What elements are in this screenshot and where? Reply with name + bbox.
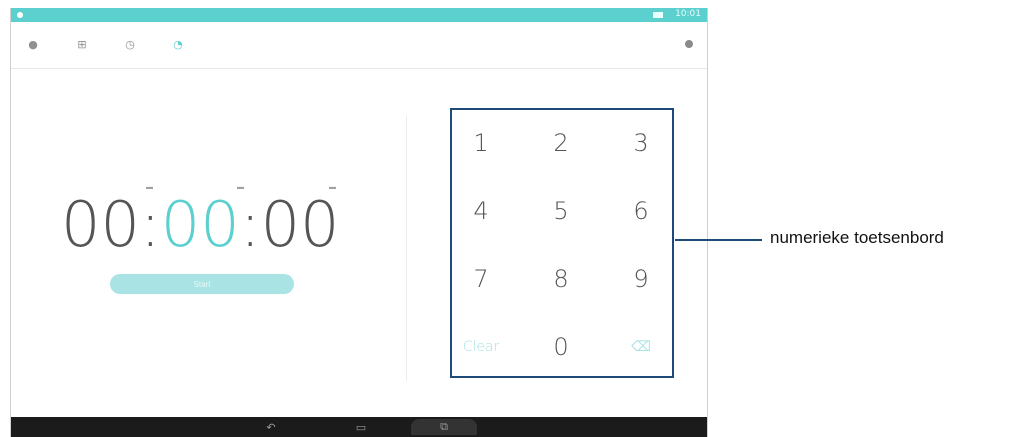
timer-display: 00:00:00 xyxy=(61,188,361,278)
back-icon: ↶ xyxy=(266,420,276,434)
navigation-bar: ↶ ▭ ⧉ xyxy=(11,417,707,437)
home-icon: ▭ xyxy=(355,420,367,434)
clock-tab-bar: ● ⊞ ◷ ◔ xyxy=(11,22,707,69)
world-clock-icon: ⊞ xyxy=(77,37,87,51)
start-button[interactable]: Start xyxy=(110,274,294,294)
recents-button[interactable]: ⧉ xyxy=(411,419,477,435)
battery-icon xyxy=(653,12,663,18)
more-icon xyxy=(685,40,693,48)
timer-hours[interactable]: 00 xyxy=(61,188,140,261)
time-separator: : xyxy=(239,188,261,261)
tab-world-clock[interactable]: ⊞ xyxy=(74,36,90,52)
back-button[interactable]: ↶ xyxy=(261,419,281,435)
timer-icon: ◔ xyxy=(173,37,183,51)
stopwatch-icon: ◷ xyxy=(125,37,135,51)
home-button[interactable]: ▭ xyxy=(351,419,371,435)
recents-icon: ⧉ xyxy=(440,420,448,433)
alarm-icon: ● xyxy=(28,37,38,51)
notification-icon xyxy=(17,12,23,18)
status-time: 10:01 xyxy=(675,9,701,19)
time-separator: : xyxy=(139,188,161,261)
callout-line xyxy=(675,239,762,241)
timer-minutes[interactable]: 00 xyxy=(161,188,240,261)
tab-alarm[interactable]: ● xyxy=(25,36,41,52)
timer-seconds[interactable]: 00 xyxy=(261,188,340,261)
overflow-menu-button[interactable] xyxy=(681,36,697,52)
tab-timer[interactable]: ◔ xyxy=(170,36,186,52)
tab-stopwatch[interactable]: ◷ xyxy=(122,36,138,52)
keypad-highlight-box xyxy=(450,108,674,378)
divider xyxy=(406,116,407,381)
callout-label: numerieke toetsenbord xyxy=(770,228,944,247)
status-bar: 10:01 xyxy=(11,8,707,22)
